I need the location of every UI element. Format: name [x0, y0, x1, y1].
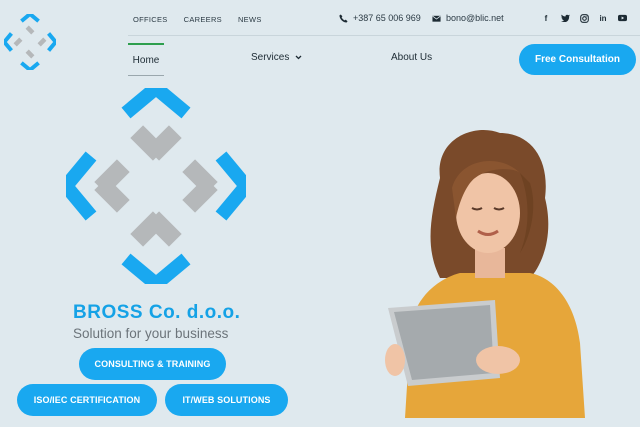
social-links: f in: [541, 13, 627, 23]
hero-person-image: [385, 130, 585, 418]
youtube-icon[interactable]: [617, 13, 627, 23]
iso-certification-button[interactable]: ISO/IEC CERTIFICATION: [17, 384, 157, 416]
company-name: BROSS Co. d.o.o.: [73, 302, 241, 323]
nav-news[interactable]: NEWS: [238, 15, 262, 24]
header-divider: [128, 35, 640, 36]
free-consultation-button[interactable]: Free Consultation: [519, 44, 636, 75]
nav-services-label: Services: [251, 52, 290, 63]
phone-contact[interactable]: +387 65 006 969: [339, 13, 421, 23]
logo-mark-icon: [66, 88, 246, 284]
email-contact[interactable]: bono@blic.net: [432, 13, 504, 23]
nav-about[interactable]: About Us: [391, 52, 432, 63]
it-web-solutions-button[interactable]: IT/WEB SOLUTIONS: [165, 384, 288, 416]
company-tagline: Solution for your business: [73, 326, 229, 341]
chevron-down-icon: [295, 55, 302, 60]
consulting-training-button[interactable]: CONSULTING & TRAINING: [79, 348, 226, 380]
twitter-icon[interactable]: [560, 13, 570, 23]
nav-careers[interactable]: CAREERS: [184, 15, 222, 24]
phone-icon: [339, 13, 348, 23]
nav-home[interactable]: Home: [128, 43, 164, 76]
email-address: bono@blic.net: [446, 13, 504, 23]
top-nav: OFFICES CAREERS NEWS: [133, 15, 262, 24]
envelope-icon: [432, 15, 441, 22]
nav-offices[interactable]: OFFICES: [133, 15, 168, 24]
logo-icon[interactable]: [4, 14, 56, 70]
facebook-icon[interactable]: f: [541, 13, 551, 23]
instagram-icon[interactable]: [579, 13, 589, 23]
phone-number: +387 65 006 969: [353, 13, 421, 23]
nav-services[interactable]: Services: [251, 52, 302, 63]
linkedin-icon[interactable]: in: [598, 13, 608, 23]
